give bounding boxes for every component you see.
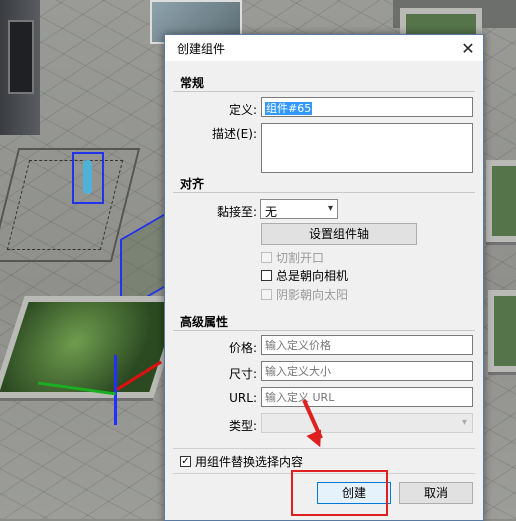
definition-input[interactable]: 组件#65 [261, 97, 473, 117]
dialog-title: 创建组件 [177, 41, 226, 56]
set-axes-row: 设置组件轴 [173, 223, 475, 245]
definition-row: 定义: 组件#65 [173, 97, 475, 119]
footer-separator [173, 448, 475, 449]
description-label: 描述(E): [212, 127, 257, 141]
always-face-camera-label: 总是朝向相机 [276, 269, 349, 283]
type-select[interactable]: ▾ [261, 413, 473, 433]
shadows-face-sun-label: 阴影朝向太阳 [276, 288, 349, 302]
cut-opening-label: 切割开口 [276, 251, 325, 265]
type-row: 类型: ▾ [173, 413, 475, 435]
planter-main [0, 296, 187, 398]
create-component-dialog: 创建组件 ✕ 常规 定义: 组件#65 描述(E): 对齐 黏接至: 无 ▾ 设… [164, 34, 484, 521]
building-facade [0, 0, 40, 135]
type-label: 类型: [228, 419, 257, 433]
url-label: URL: [229, 391, 257, 405]
set-component-axes-button[interactable]: 设置组件轴 [261, 223, 417, 245]
price-input[interactable] [261, 335, 473, 355]
checkbox-box [261, 270, 272, 281]
always-face-camera-checkbox[interactable]: 总是朝向相机 [261, 267, 348, 284]
chevron-down-icon: ▾ [461, 417, 467, 428]
shadows-face-sun-checkbox[interactable]: 阴影朝向太阳 [261, 286, 348, 303]
cut-opening-row: 切割开口 [173, 245, 475, 265]
replace-selection-label: 用组件替换选择内容 [195, 455, 304, 469]
url-input[interactable] [261, 387, 473, 407]
glue-select[interactable]: 无 ▾ [260, 199, 338, 219]
check-icon: ✓ [180, 456, 191, 467]
selected-person-model[interactable] [72, 152, 104, 204]
planter [488, 290, 516, 372]
price-row: 价格: [173, 335, 475, 357]
definition-value: 组件#65 [265, 102, 313, 115]
dialog-titlebar: 创建组件 ✕ [165, 35, 483, 61]
cut-opening-checkbox[interactable]: 切割开口 [261, 249, 324, 266]
glue-label: 黏接至: [216, 205, 257, 219]
checkbox-box [261, 289, 272, 300]
section-alignment: 对齐 [173, 175, 475, 193]
price-label: 价格: [228, 341, 257, 355]
replace-selection-checkbox[interactable]: ✓ 用组件替换选择内容 [180, 453, 303, 470]
chevron-down-icon: ▾ [327, 203, 333, 214]
shadows-sun-row: 阴影朝向太阳 [173, 285, 475, 305]
close-icon[interactable]: ✕ [453, 35, 483, 61]
annotation-highlight-box [291, 470, 388, 516]
planter [486, 160, 516, 242]
cancel-button[interactable]: 取消 [399, 482, 473, 504]
url-row: URL: [173, 387, 475, 409]
size-label: 尺寸: [228, 367, 257, 381]
definition-label: 定义: [228, 103, 257, 117]
checkbox-box [261, 252, 272, 263]
section-advanced: 高级属性 [173, 313, 475, 331]
dialog-content: 常规 定义: 组件#65 描述(E): 对齐 黏接至: 无 ▾ 设置组件轴 切割… [173, 61, 475, 520]
size-row: 尺寸: [173, 361, 475, 383]
glue-row: 黏接至: 无 ▾ [173, 199, 475, 221]
glue-value: 无 [265, 205, 278, 219]
description-input[interactable] [261, 123, 473, 173]
size-input[interactable] [261, 361, 473, 381]
face-camera-row: 总是朝向相机 [173, 265, 475, 285]
section-general: 常规 [173, 74, 475, 92]
description-row: 描述(E): [173, 121, 475, 175]
